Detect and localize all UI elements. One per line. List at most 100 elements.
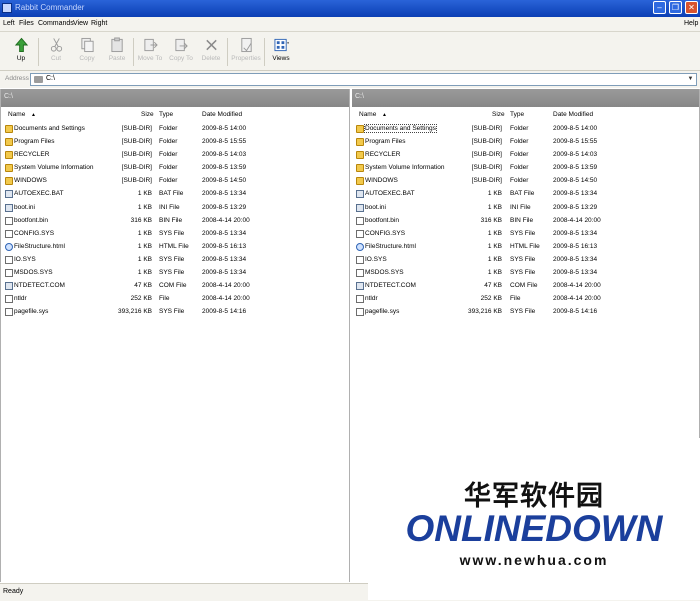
file-row[interactable]: ntldr 252 KB File 2008-4-14 20:00 xyxy=(1,293,349,306)
html-file-icon xyxy=(5,242,13,251)
file-row[interactable]: WINDOWS [SUB-DIR] Folder 2009-8-5 14:50 xyxy=(352,175,699,188)
file-row[interactable]: boot.ini 1 KB INI File 2009-8-5 13:29 xyxy=(352,202,699,215)
watermark-logo: 华军软件园 ONLINEDOWN www.newhua.com xyxy=(368,438,700,600)
file-type: BIN File xyxy=(159,216,183,224)
file-row[interactable]: pagefile.sys 393,216 KB SYS File 2009-8-5 1… xyxy=(352,306,699,319)
file-icon xyxy=(356,282,364,291)
column-type-header[interactable]: Type xyxy=(510,111,524,118)
file-row[interactable]: IO.SYS 1 KB SYS File 2009-8-5 13:34 xyxy=(352,254,699,267)
file-modified: 2009-8-5 13:59 xyxy=(553,164,598,172)
file-size: 393,216 KB xyxy=(468,308,502,316)
drive-icon xyxy=(34,76,43,83)
file-row[interactable]: pagefile.sys 393,216 KB SYS File 2009-8-5 1… xyxy=(1,306,349,319)
file-row[interactable]: System Volume Information [SUB-DIR] Folder… xyxy=(352,162,699,175)
address-combobox[interactable]: C:\ ▼ xyxy=(30,73,697,86)
menu-commands[interactable]: Commands xyxy=(38,20,74,27)
file-name: WINDOWS xyxy=(365,177,398,185)
file-row[interactable]: bootfont.bin 316 KB BIN File 2008-4-14 20:0… xyxy=(1,215,349,228)
copy-to-button[interactable]: Copy To xyxy=(167,35,195,69)
file-row[interactable]: NTDETECT.COM 47 KB COM File 2008-4-14 20:00 xyxy=(1,280,349,293)
file-row[interactable]: MSDOS.SYS 1 KB SYS File 2009-8-5 13:34 xyxy=(1,267,349,280)
properties-button[interactable]: Properties xyxy=(230,35,262,69)
file-type: Folder xyxy=(510,138,529,146)
file-name: NTDETECT.COM xyxy=(14,282,65,290)
file-icon xyxy=(356,229,364,238)
file-type: Folder xyxy=(510,164,529,172)
file-modified: 2008-4-14 20:00 xyxy=(553,282,601,290)
file-row[interactable]: RECYCLER [SUB-DIR] Folder 2009-8-5 14:03 xyxy=(352,149,699,162)
up-button[interactable]: Up xyxy=(7,35,35,69)
left-file-list: Documents and Settings [SUB-DIR] Folder 200… xyxy=(1,123,349,319)
file-modified: 2008-4-14 20:00 xyxy=(202,295,250,303)
left-pane[interactable]: C:\ Name ▲ Size Type Date Modified Docum… xyxy=(0,89,350,582)
file-row[interactable]: FileStructure.html 1 KB HTML File 2009-8-5 … xyxy=(352,241,699,254)
column-modified-header[interactable]: Date Modified xyxy=(553,111,593,118)
file-icon xyxy=(356,190,364,199)
dropdown-arrow-icon[interactable]: ▼ xyxy=(686,75,695,84)
file-row[interactable]: Program Files [SUB-DIR] Folder 2009-8-5 15:… xyxy=(1,136,349,149)
file-row[interactable]: Documents and Settings [SUB-DIR] Folder 200… xyxy=(352,123,699,136)
file-size: [SUB-DIR] xyxy=(121,164,152,172)
menu-view[interactable]: View xyxy=(73,20,88,27)
file-icon xyxy=(5,282,13,291)
column-type-header[interactable]: Type xyxy=(159,111,173,118)
file-size: 1 KB xyxy=(137,269,152,277)
file-row[interactable]: FileStructure.html 1 KB HTML File 2009-8-5 … xyxy=(1,241,349,254)
file-row[interactable]: boot.ini 1 KB INI File 2009-8-5 13:29 xyxy=(1,202,349,215)
minimize-button[interactable]: – xyxy=(653,1,666,14)
file-type: SYS File xyxy=(510,255,536,263)
column-size-header[interactable]: Size xyxy=(492,111,505,118)
file-modified: 2009-8-5 13:34 xyxy=(553,190,598,198)
file-row[interactable]: CONFIG.SYS 1 KB SYS File 2009-8-5 13:34 xyxy=(1,228,349,241)
file-row[interactable]: bootfont.bin 316 KB BIN File 2008-4-14 20:0… xyxy=(352,215,699,228)
delete-icon xyxy=(205,39,217,51)
file-type: COM File xyxy=(510,282,538,290)
file-name: FileStructure.html xyxy=(14,242,65,250)
up-label: Up xyxy=(16,55,26,62)
left-pane-path: C:\ xyxy=(1,89,349,107)
menu-files[interactable]: Files xyxy=(19,20,34,27)
file-size: [SUB-DIR] xyxy=(121,138,152,146)
cut-button[interactable]: Cut xyxy=(42,35,70,69)
window-title: Rabbit Commander xyxy=(15,3,85,12)
menu-right[interactable]: Right xyxy=(91,20,107,27)
file-row[interactable]: IO.SYS 1 KB SYS File 2009-8-5 13:34 xyxy=(1,254,349,267)
file-row[interactable]: MSDOS.SYS 1 KB SYS File 2009-8-5 13:34 xyxy=(352,267,699,280)
file-type: Folder xyxy=(510,151,529,159)
file-row[interactable]: NTDETECT.COM 47 KB COM File 2008-4-14 20:00 xyxy=(352,280,699,293)
address-input[interactable]: C:\ xyxy=(46,75,55,82)
file-icon xyxy=(5,295,13,304)
file-name: ntldr xyxy=(365,295,378,303)
menu-help[interactable]: Help xyxy=(684,20,698,27)
file-row[interactable]: Program Files [SUB-DIR] Folder 2009-8-5 15:… xyxy=(352,136,699,149)
file-row[interactable]: Documents and Settings [SUB-DIR] Folder 200… xyxy=(1,123,349,136)
column-modified-header[interactable]: Date Modified xyxy=(202,111,242,118)
close-button[interactable]: ✕ xyxy=(685,1,698,14)
file-row[interactable]: WINDOWS [SUB-DIR] Folder 2009-8-5 14:50 xyxy=(1,175,349,188)
toolbar-separator xyxy=(227,38,228,66)
restore-button[interactable]: ❐ xyxy=(669,1,682,14)
file-row[interactable]: AUTOEXEC.BAT 1 KB BAT File 2009-8-5 13:34 xyxy=(1,188,349,201)
menu-left[interactable]: Left xyxy=(3,20,15,27)
copy-button[interactable]: Copy xyxy=(73,35,101,69)
file-row[interactable]: AUTOEXEC.BAT 1 KB BAT File 2009-8-5 13:34 xyxy=(352,188,699,201)
file-name: WINDOWS xyxy=(14,177,47,185)
file-size: [SUB-DIR] xyxy=(121,177,152,185)
file-icon xyxy=(5,255,13,264)
move-to-button[interactable]: Move To xyxy=(136,35,164,69)
file-row[interactable]: CONFIG.SYS 1 KB SYS File 2009-8-5 13:34 xyxy=(352,228,699,241)
column-size-header[interactable]: Size xyxy=(141,111,154,118)
file-row[interactable]: System Volume Information [SUB-DIR] Folder… xyxy=(1,162,349,175)
file-size: [SUB-DIR] xyxy=(471,125,502,132)
folder-icon xyxy=(5,138,13,147)
file-row[interactable]: RECYCLER [SUB-DIR] Folder 2009-8-5 14:03 xyxy=(1,149,349,162)
copy-to-label: Copy To xyxy=(169,55,193,62)
file-row[interactable]: ntldr 252 KB File 2008-4-14 20:00 xyxy=(352,293,699,306)
file-type: HTML File xyxy=(510,242,540,250)
paste-button[interactable]: Paste xyxy=(103,35,131,69)
views-button[interactable]: Views xyxy=(267,35,295,69)
column-name-header[interactable]: Name xyxy=(359,111,376,118)
column-name-header[interactable]: Name xyxy=(8,111,25,118)
file-type: Folder xyxy=(510,125,529,132)
delete-button[interactable]: Delete xyxy=(197,35,225,69)
